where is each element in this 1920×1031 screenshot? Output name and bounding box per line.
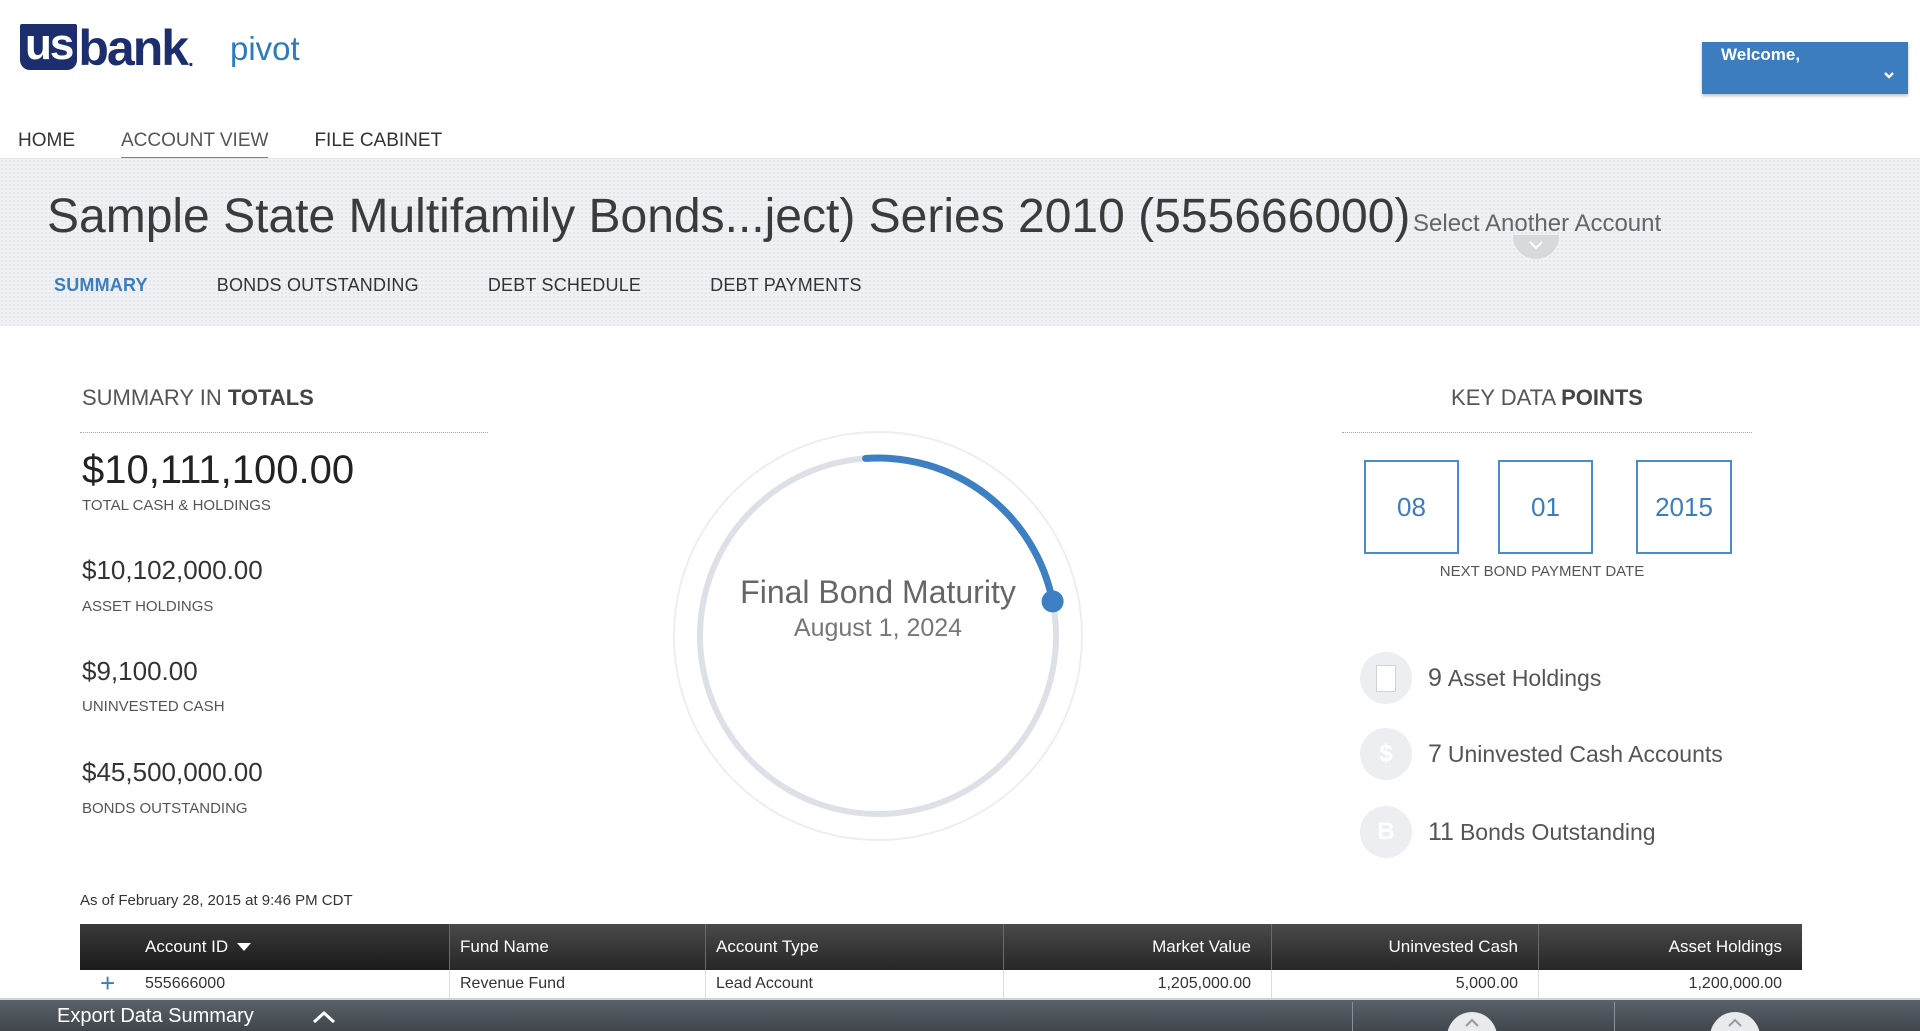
tab-debt-schedule[interactable]: DEBT SCHEDULE <box>488 275 641 296</box>
as-of-timestamp: As of February 28, 2015 at 9:46 PM CDT <box>80 892 353 909</box>
export-data-bar: Export Data Summary <box>0 998 1920 1031</box>
key-point-count: 11 <box>1428 817 1454 846</box>
chevron-down-icon <box>1884 72 1894 79</box>
chevron-up-icon <box>1465 1018 1479 1027</box>
nav-home[interactable]: HOME <box>18 130 75 160</box>
welcome-label: Welcome, <box>1721 45 1801 64</box>
uninvested-cash-value: $9,100.00 <box>82 656 198 686</box>
welcome-menu[interactable]: Welcome, <box>1702 42 1908 94</box>
next-bond-payment-date-label: NEXT BOND PAYMENT DATE <box>1439 563 1645 580</box>
scroll-up-knob[interactable] <box>1710 1012 1760 1031</box>
select-another-account[interactable]: Select Another Account <box>1413 210 1661 238</box>
key-point-label: Uninvested Cash Accounts <box>1447 740 1723 767</box>
column-asset-holdings[interactable]: Asset Holdings <box>1539 924 1802 970</box>
nav-file-cabinet[interactable]: FILE CABINET <box>314 130 442 160</box>
cell-asset-holdings: 1,200,000.00 <box>1688 975 1782 992</box>
usbank-logo[interactable]: us bank . <box>20 20 194 76</box>
bonds-outstanding-label: BONDS OUTSTANDING <box>82 800 248 817</box>
final-bond-maturity-title: Final Bond Maturity <box>740 574 1016 610</box>
column-label: Account ID <box>145 937 229 956</box>
cell-fund-name: Revenue Fund <box>450 970 706 998</box>
payment-year-box: 2015 <box>1636 460 1732 554</box>
column-account-type[interactable]: Account Type <box>706 924 1004 970</box>
main-nav: HOME ACCOUNT VIEW FILE CABINET <box>18 130 488 160</box>
dollar-icon: $ <box>1360 728 1412 780</box>
tab-summary[interactable]: SUMMARY <box>54 275 148 296</box>
tab-bonds-outstanding[interactable]: BONDS OUTSTANDING <box>217 275 419 296</box>
logo-us-mark: us <box>20 23 78 70</box>
chevron-up-icon[interactable] <box>311 1009 337 1025</box>
divider <box>1352 1002 1353 1031</box>
key-point-asset-holdings: 9 Asset Holdings <box>1360 652 1601 704</box>
nav-account-view[interactable]: ACCOUNT VIEW <box>121 130 269 160</box>
total-cash-holdings-label: TOTAL CASH & HOLDINGS <box>82 497 271 514</box>
account-title: Sample State Multifamily Bonds...ject) S… <box>47 190 1411 243</box>
divider <box>1614 1002 1615 1031</box>
payment-month-box: 08 <box>1364 460 1459 554</box>
summary-heading-bold: TOTALS <box>227 385 314 410</box>
export-data-summary-button[interactable]: Export Data Summary <box>57 1005 254 1028</box>
uninvested-cash-label: UNINVESTED CASH <box>82 698 225 715</box>
document-icon <box>1360 652 1412 704</box>
key-data-heading-prefix: KEY DATA <box>1451 385 1562 410</box>
column-label: Account Type <box>716 937 819 956</box>
column-label: Market Value <box>1152 937 1251 956</box>
column-label: Uninvested Cash <box>1388 937 1518 956</box>
select-account-toggle[interactable] <box>1513 235 1559 259</box>
cell-text: 555666000 <box>145 975 226 992</box>
total-cash-holdings-value: $10,111,100.00 <box>82 448 355 492</box>
cell-account-id: + 555666000 <box>80 968 450 999</box>
expand-row-icon[interactable]: + <box>100 968 115 999</box>
column-label: Asset Holdings <box>1668 937 1782 956</box>
key-point-uninvested-cash: $ 7 Uninvested Cash Accounts <box>1360 728 1723 780</box>
product-name: pivot <box>230 30 300 67</box>
column-account-id[interactable]: Account ID <box>80 924 450 970</box>
bond-icon: B <box>1360 806 1412 858</box>
bonds-outstanding-value: $45,500,000.00 <box>82 757 263 787</box>
key-data-heading: KEY DATA POINTS <box>1342 385 1752 411</box>
asset-holdings-label: ASSET HOLDINGS <box>82 598 214 615</box>
key-point-label: Bonds Outstanding <box>1459 818 1656 845</box>
logo-dot: . <box>188 49 194 71</box>
final-bond-maturity-date: August 1, 2024 <box>793 614 963 642</box>
cell-account-type: Lead Account <box>706 970 1004 998</box>
column-label: Fund Name <box>460 937 549 956</box>
divider <box>80 432 488 433</box>
asset-holdings-value: $10,102,000.00 <box>82 555 263 585</box>
key-point-count: 7 <box>1428 739 1442 768</box>
column-uninvested-cash[interactable]: Uninvested Cash <box>1272 924 1539 970</box>
chevron-down-icon <box>1529 241 1543 250</box>
key-point-label: Asset Holdings <box>1447 664 1602 691</box>
summary-heading: SUMMARY IN TOTALS <box>82 385 314 411</box>
tab-debt-payments[interactable]: DEBT PAYMENTS <box>710 275 862 296</box>
table-row[interactable]: + 555666000 Revenue Fund Lead Account 1,… <box>80 968 1802 999</box>
sort-descending-icon <box>237 943 252 951</box>
summary-heading-prefix: SUMMARY IN <box>82 385 228 410</box>
column-fund-name[interactable]: Fund Name <box>450 924 706 970</box>
payment-day-box: 01 <box>1498 460 1593 554</box>
key-point-count: 9 <box>1428 663 1442 692</box>
table-header: Account ID Fund Name Account Type Market… <box>80 924 1802 970</box>
account-subtabs: SUMMARY BONDS OUTSTANDING DEBT SCHEDULE … <box>54 275 931 296</box>
logo-bank-wordmark: bank <box>78 20 189 76</box>
header: us bank . pivot Welcome, HOME ACCOUNT VI… <box>0 0 1920 160</box>
chevron-up-icon <box>1728 1018 1742 1027</box>
key-point-bonds-outstanding: B 11 Bonds Outstanding <box>1360 806 1656 858</box>
scroll-up-knob[interactable] <box>1447 1012 1497 1031</box>
column-market-value[interactable]: Market Value <box>1004 924 1272 970</box>
divider <box>1342 432 1752 433</box>
key-data-heading-bold: POINTS <box>1561 385 1643 410</box>
account-band: Sample State Multifamily Bonds...ject) S… <box>0 158 1920 326</box>
cell-market-value: 1,205,000.00 <box>1004 970 1272 998</box>
cell-uninvested-cash: 5,000.00 <box>1272 970 1539 998</box>
